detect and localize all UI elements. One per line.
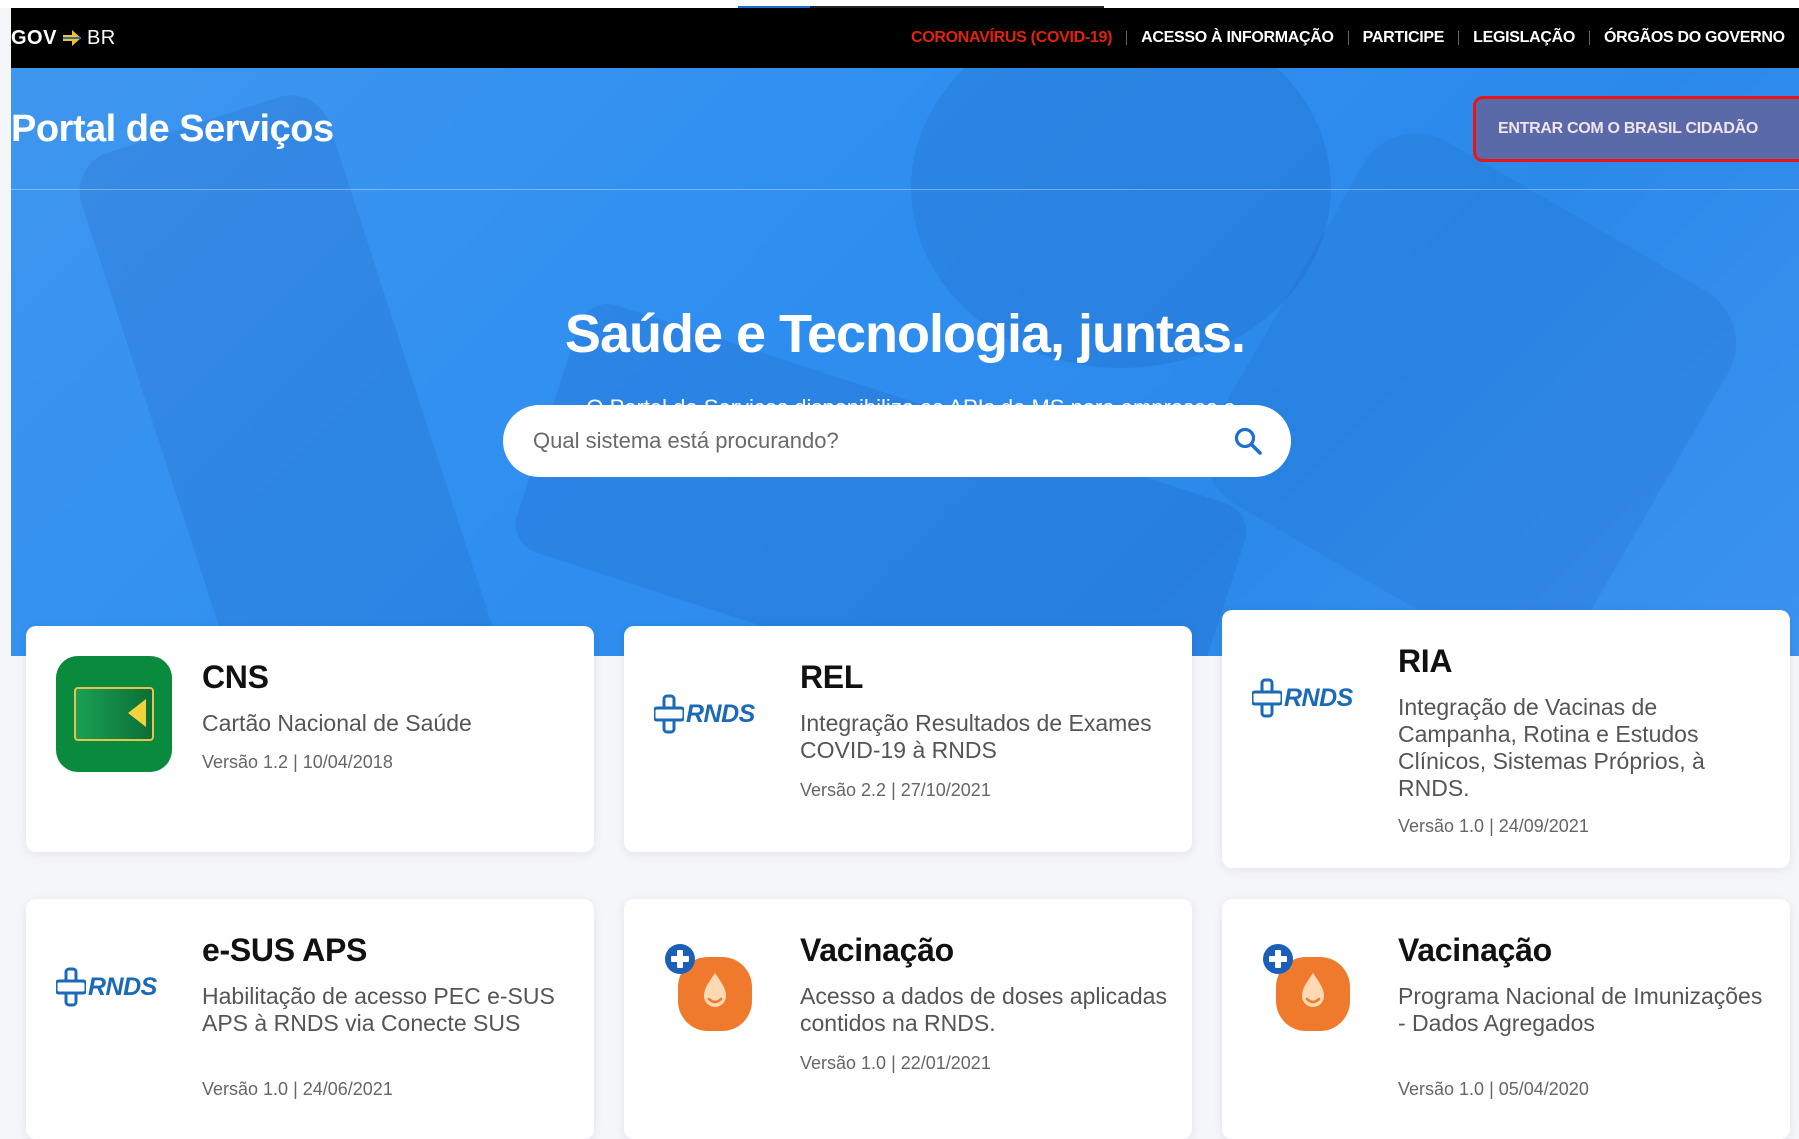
vaccine-drop-icon xyxy=(665,944,752,1031)
arrow-logo-icon xyxy=(62,30,81,46)
rnds-logo-icon: RNDS xyxy=(1252,640,1368,756)
bg-shape xyxy=(69,84,533,656)
rnds-logo-icon: RNDS xyxy=(654,656,770,772)
card-version: Versão 1.0 | 22/01/2021 xyxy=(800,1053,991,1073)
gov-link-separator xyxy=(1126,31,1128,45)
cns-logo-icon xyxy=(56,656,172,772)
hero-banner: Portal de Serviços ENTRAR COM O BRASIL C… xyxy=(11,68,1799,656)
medical-cross-icon xyxy=(56,967,86,1007)
rnds-logo-text: RNDS xyxy=(1284,683,1353,712)
rnds-logo: RNDS xyxy=(1252,678,1368,718)
gov-link-participe[interactable]: PARTICIPE xyxy=(1363,29,1445,47)
rnds-logo: RNDS xyxy=(654,694,770,734)
card-title: REL xyxy=(800,659,864,695)
rnds-logo-icon: RNDS xyxy=(56,929,172,1045)
gov-link-acesso-informacao[interactable]: ACESSO À INFORMAÇÃO xyxy=(1141,29,1334,47)
service-card[interactable]: RNDS REL Integração Resultados de Exames C… xyxy=(624,626,1192,852)
card-version: Versão 2.2 | 27/10/2021 xyxy=(800,780,991,800)
card-title: CNS xyxy=(202,659,269,695)
card-description: Integração Resultados de Exames COVID-19… xyxy=(800,710,1152,763)
service-card[interactable]: RNDS RIA Integração de Vacinas de Campanha… xyxy=(1222,610,1790,868)
card-description: Acesso a dados de doses aplicadas contid… xyxy=(800,983,1167,1036)
gov-bar: GOV BR CORONAVÍRUS (COVID-19) ACESSO À IN… xyxy=(11,8,1799,68)
card-title: Vacinação xyxy=(800,932,954,968)
gov-link-coronavirus[interactable]: CORONAVÍRUS (COVID-19) xyxy=(911,29,1112,47)
card-description: Habilitação de acesso PEC e-SUS APS à RN… xyxy=(202,983,555,1036)
vaccine-logo-icon xyxy=(1252,929,1368,1045)
hero-headline: Saúde e Tecnologia, juntas. xyxy=(564,304,1246,364)
search-icon[interactable] xyxy=(1233,426,1263,456)
rnds-logo-text: RNDS xyxy=(88,972,157,1001)
card-title: RIA xyxy=(1398,643,1453,679)
gov-link-separator xyxy=(1589,31,1591,45)
logo-gov-text: GOV xyxy=(11,26,57,49)
service-card[interactable]: Vacinação Acesso a dados de doses aplicad… xyxy=(624,899,1192,1139)
cns-app-icon xyxy=(56,656,172,772)
gov-link-separator xyxy=(1458,31,1460,45)
card-description: Programa Nacional de Imunizações - Dados… xyxy=(1398,983,1763,1036)
gov-link-separator xyxy=(1347,31,1349,45)
search-bar xyxy=(503,405,1291,477)
search-input[interactable] xyxy=(531,427,1233,455)
card-description: Integração de Vacinas de Campanha, Rotin… xyxy=(1398,694,1705,801)
vaccine-drop-icon xyxy=(1263,944,1350,1031)
card-title: Vacinação xyxy=(1398,932,1552,968)
vaccine-logo-icon xyxy=(654,929,770,1045)
rnds-logo-text: RNDS xyxy=(686,699,755,728)
card-title: e-SUS APS xyxy=(202,932,368,968)
service-card[interactable]: Vacinação Programa Nacional de Imunizaçõe… xyxy=(1222,899,1790,1139)
gov-links: CORONAVÍRUS (COVID-19) ACESSO À INFORMAÇÃ… xyxy=(911,8,1785,68)
browser-top-strip xyxy=(0,0,1799,9)
login-brasil-cidadao-button[interactable]: ENTRAR COM O BRASIL CIDADÃO xyxy=(1473,96,1799,162)
gov-link-orgaos[interactable]: ÓRGÃOS DO GOVERNO xyxy=(1604,29,1785,47)
gov-link-legislacao[interactable]: LEGISLAÇÃO xyxy=(1473,29,1575,47)
service-card[interactable]: CNS Cartão Nacional de Saúde Versão 1.2 | … xyxy=(26,626,594,852)
card-version: Versão 1.2 | 10/04/2018 xyxy=(202,752,393,772)
card-version: Versão 1.0 | 05/04/2020 xyxy=(1398,1079,1589,1099)
card-version: Versão 1.0 | 24/09/2021 xyxy=(1398,816,1589,836)
header-divider xyxy=(11,189,1799,190)
medical-cross-icon xyxy=(654,694,684,734)
card-version: Versão 1.0 | 24/06/2021 xyxy=(202,1079,393,1099)
service-card[interactable]: RNDS e-SUS APS Habilitação de acesso PEC e… xyxy=(26,899,594,1139)
page-title: Portal de Serviços xyxy=(11,108,334,150)
health-card-icon xyxy=(74,687,154,741)
govbr-logo[interactable]: GOV BR xyxy=(11,27,116,50)
card-description: Cartão Nacional de Saúde xyxy=(202,710,472,736)
medical-cross-icon xyxy=(1252,678,1282,718)
rnds-logo: RNDS xyxy=(56,967,172,1007)
logo-br-text: BR xyxy=(86,26,116,49)
